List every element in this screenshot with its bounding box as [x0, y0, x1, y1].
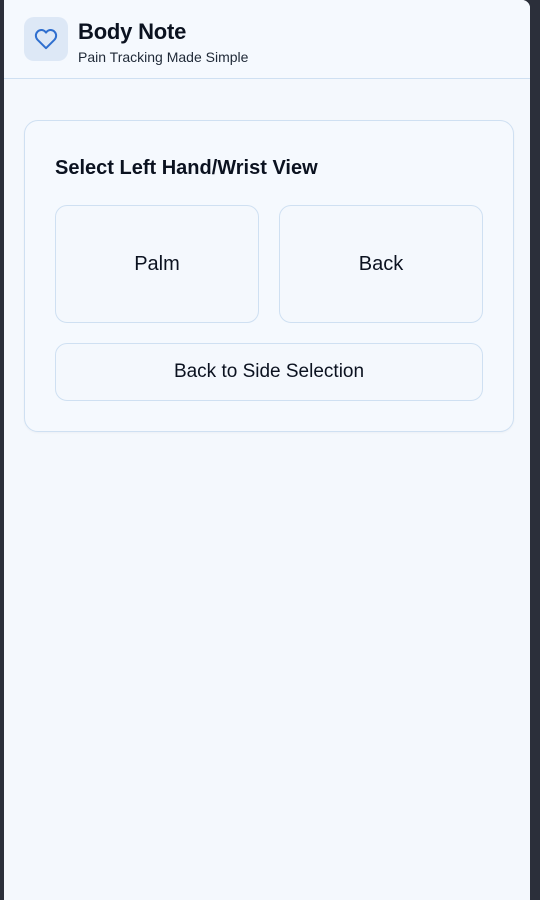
heart-icon — [34, 28, 58, 50]
card-title: Select Left Hand/Wrist View — [55, 157, 318, 179]
back-view-label: Back — [358, 252, 404, 275]
app-subtitle: Pain Tracking Made Simple — [78, 49, 249, 65]
view-selection-card: Select Left Hand/Wrist View Palm Back Ba… — [24, 120, 514, 432]
palm-view-button[interactable]: Palm — [55, 205, 259, 323]
app-window: Body Note Pain Tracking Made Simple Sele… — [4, 0, 530, 900]
back-to-side-selection-button[interactable]: Back to Side Selection — [55, 343, 483, 401]
palm-view-label: Palm — [134, 252, 180, 275]
back-view-button[interactable]: Back — [279, 205, 483, 323]
back-to-side-selection-label: Back to Side Selection — [173, 361, 365, 382]
app-header: Body Note Pain Tracking Made Simple — [4, 0, 530, 79]
app-logo — [24, 17, 68, 61]
app-title: Body Note — [78, 19, 187, 44]
